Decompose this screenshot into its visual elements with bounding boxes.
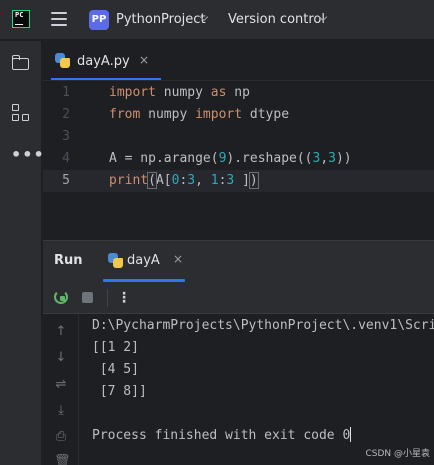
console-line: D:\PycharmProjects\PythonProject\.venv1\…: [92, 318, 434, 333]
run-panel-header: Run dayA ×: [43, 240, 434, 282]
close-icon[interactable]: ×: [173, 252, 183, 266]
line-number: 4: [62, 151, 70, 166]
structure-icon[interactable]: [11, 103, 31, 123]
code-text: print(A[0:3, 1:3 ]): [109, 172, 259, 189]
stop-icon[interactable]: [82, 292, 93, 303]
project-name-dropdown[interactable]: PythonProject: [116, 12, 206, 27]
close-icon[interactable]: ×: [139, 53, 149, 67]
run-tab-label: dayA: [127, 253, 160, 268]
text-caret: [350, 427, 352, 442]
console-line: [[1 2]: [92, 340, 139, 355]
watermark: CSDN @小星袁: [365, 449, 430, 459]
title-bar: PC PP PythonProject Version control: [0, 0, 434, 40]
code-text: A = np.arange(9).reshape((3,3)): [109, 151, 352, 166]
version-control-dropdown[interactable]: Version control: [228, 12, 325, 27]
down-arrow-icon[interactable]: ↓: [54, 351, 68, 365]
console-line: [7 8]]: [92, 384, 147, 399]
code-editor[interactable]: 1 import numpy as np 2 from numpy import…: [43, 82, 434, 240]
line-number: 2: [62, 107, 70, 122]
editor-tab-daya[interactable]: dayA.py ×: [51, 49, 161, 75]
toolbar-divider: [107, 289, 108, 307]
run-tab-daya[interactable]: dayA ×: [103, 249, 185, 275]
exit-message: Process finished with exit code 0: [92, 428, 351, 443]
code-line[interactable]: 2 from numpy import dtype: [43, 104, 434, 126]
code-line[interactable]: 1 import numpy as np: [43, 82, 434, 104]
trash-icon[interactable]: 🗑: [54, 455, 71, 465]
hamburger-icon[interactable]: [51, 12, 67, 26]
code-line[interactable]: 3: [43, 126, 434, 148]
active-tab-indicator: [51, 78, 161, 80]
code-line-current[interactable]: 5 print(A[0:3, 1:3 ]): [43, 170, 434, 192]
scroll-to-end-icon[interactable]: ⤓: [54, 404, 68, 418]
project-badge[interactable]: PP: [89, 10, 109, 30]
more-icon[interactable]: •••: [11, 145, 44, 165]
code-text: from numpy import dtype: [109, 107, 290, 122]
code-text: import numpy as np: [109, 85, 250, 100]
console-line-exit: Process finished with exit code 0: [92, 425, 352, 447]
soft-wrap-icon[interactable]: ⇌: [54, 378, 68, 392]
python-file-icon: [108, 253, 123, 268]
code-line[interactable]: 4 A = np.arange(9).reshape((3,3)): [43, 148, 434, 170]
console-gutter: ↑ ↓ ⇌ ⤓ ⎙ 🗑: [43, 315, 79, 465]
editor-tab-label: dayA.py: [77, 54, 130, 69]
editor-tab-bar: dayA.py ×: [43, 41, 434, 81]
print-icon[interactable]: ⎙: [54, 430, 68, 444]
folder-icon[interactable]: [11, 53, 31, 73]
line-number: 1: [62, 85, 70, 100]
up-arrow-icon[interactable]: ↑: [54, 325, 68, 339]
app-logo-text: PC: [15, 11, 24, 19]
run-panel-title: Run: [54, 253, 83, 268]
console-line: [4 5]: [92, 362, 139, 377]
run-console[interactable]: D:\PycharmProjects\PythonProject\.venv1\…: [80, 315, 434, 465]
run-toolbar: ⋮: [43, 282, 434, 314]
more-actions-icon[interactable]: ⋮: [117, 288, 131, 308]
pycharm-logo[interactable]: PC: [12, 10, 30, 28]
tool-window-strip: •••: [0, 41, 44, 465]
python-file-icon: [55, 53, 70, 68]
line-number: 5: [62, 173, 70, 188]
line-number: 3: [62, 129, 70, 144]
rerun-icon[interactable]: [54, 290, 68, 304]
